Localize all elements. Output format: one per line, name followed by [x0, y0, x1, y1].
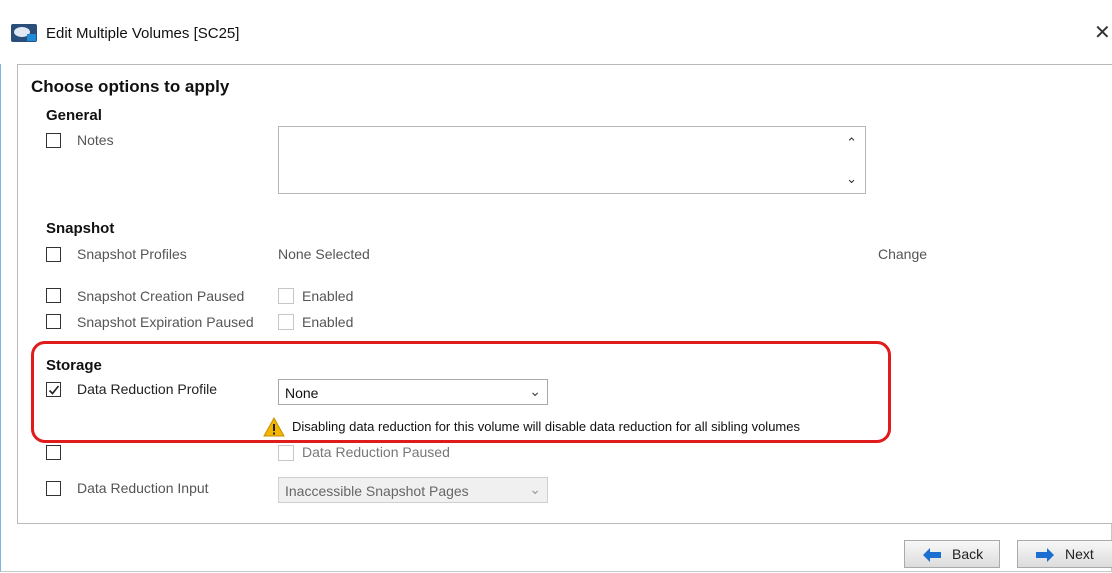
notes-checkbox[interactable]	[46, 133, 61, 148]
creation-enabled-label: Enabled	[302, 288, 354, 304]
arrow-left-icon	[923, 548, 941, 562]
scroll-down-icon[interactable]: ⌄	[846, 171, 857, 187]
expiration-enabled-checkbox[interactable]	[278, 314, 294, 330]
arrow-right-icon	[1036, 548, 1054, 562]
notes-label: Notes	[77, 132, 114, 148]
data-reduction-paused-label: Data Reduction Paused	[302, 444, 450, 460]
snapshot-creation-paused-label: Snapshot Creation Paused	[77, 288, 245, 304]
next-button-label: Next	[1065, 546, 1094, 562]
warning-icon	[263, 417, 285, 437]
chevron-down-icon: ⌄	[529, 383, 541, 399]
snapshot-profiles-label: Snapshot Profiles	[77, 246, 187, 262]
window-title: Edit Multiple Volumes [SC25]	[46, 25, 240, 42]
page-title: Choose options to apply	[31, 77, 230, 96]
data-reduction-paused-checkbox[interactable]	[46, 445, 61, 460]
snapshot-creation-paused-checkbox[interactable]	[46, 288, 61, 303]
notes-textarea[interactable]: ⌃ ⌄	[278, 126, 866, 194]
snapshot-heading: Snapshot	[46, 220, 115, 237]
chevron-down-icon: ⌄	[529, 481, 541, 497]
title-bar: Edit Multiple Volumes [SC25] ✕	[0, 0, 1112, 64]
snapshot-expiration-paused-checkbox[interactable]	[46, 314, 61, 329]
snapshot-profiles-value: None Selected	[278, 246, 370, 262]
back-button[interactable]: Back	[904, 540, 1000, 568]
data-reduction-profile-checkbox[interactable]	[46, 382, 61, 397]
app-icon	[11, 24, 37, 42]
snapshot-expiration-paused-label: Snapshot Expiration Paused	[77, 314, 254, 330]
back-button-label: Back	[952, 546, 984, 562]
creation-enabled-checkbox[interactable]	[278, 288, 294, 304]
expiration-enabled-label: Enabled	[302, 314, 354, 330]
next-button[interactable]: Next	[1017, 540, 1112, 568]
data-reduction-input-label: Data Reduction Input	[77, 480, 209, 496]
data-reduction-paused-enabled-checkbox[interactable]	[278, 445, 294, 461]
warning-text: Disabling data reduction for this volume…	[292, 419, 800, 434]
data-reduction-input-select[interactable]: Inaccessible Snapshot Pages ⌄	[278, 477, 548, 503]
data-reduction-input-checkbox[interactable]	[46, 481, 61, 496]
change-link[interactable]: Change	[878, 246, 927, 262]
storage-heading: Storage	[46, 357, 102, 374]
data-reduction-profile-value: None	[285, 385, 319, 401]
data-reduction-profile-label: Data Reduction Profile	[77, 381, 218, 397]
snapshot-profiles-checkbox[interactable]	[46, 247, 61, 262]
scroll-up-icon[interactable]: ⌃	[846, 135, 857, 151]
checkmark-icon	[48, 385, 60, 395]
data-reduction-input-value: Inaccessible Snapshot Pages	[285, 483, 469, 499]
general-heading: General	[46, 107, 102, 124]
data-reduction-profile-select[interactable]: None ⌄	[278, 379, 548, 405]
close-button[interactable]: ✕	[1094, 20, 1111, 45]
